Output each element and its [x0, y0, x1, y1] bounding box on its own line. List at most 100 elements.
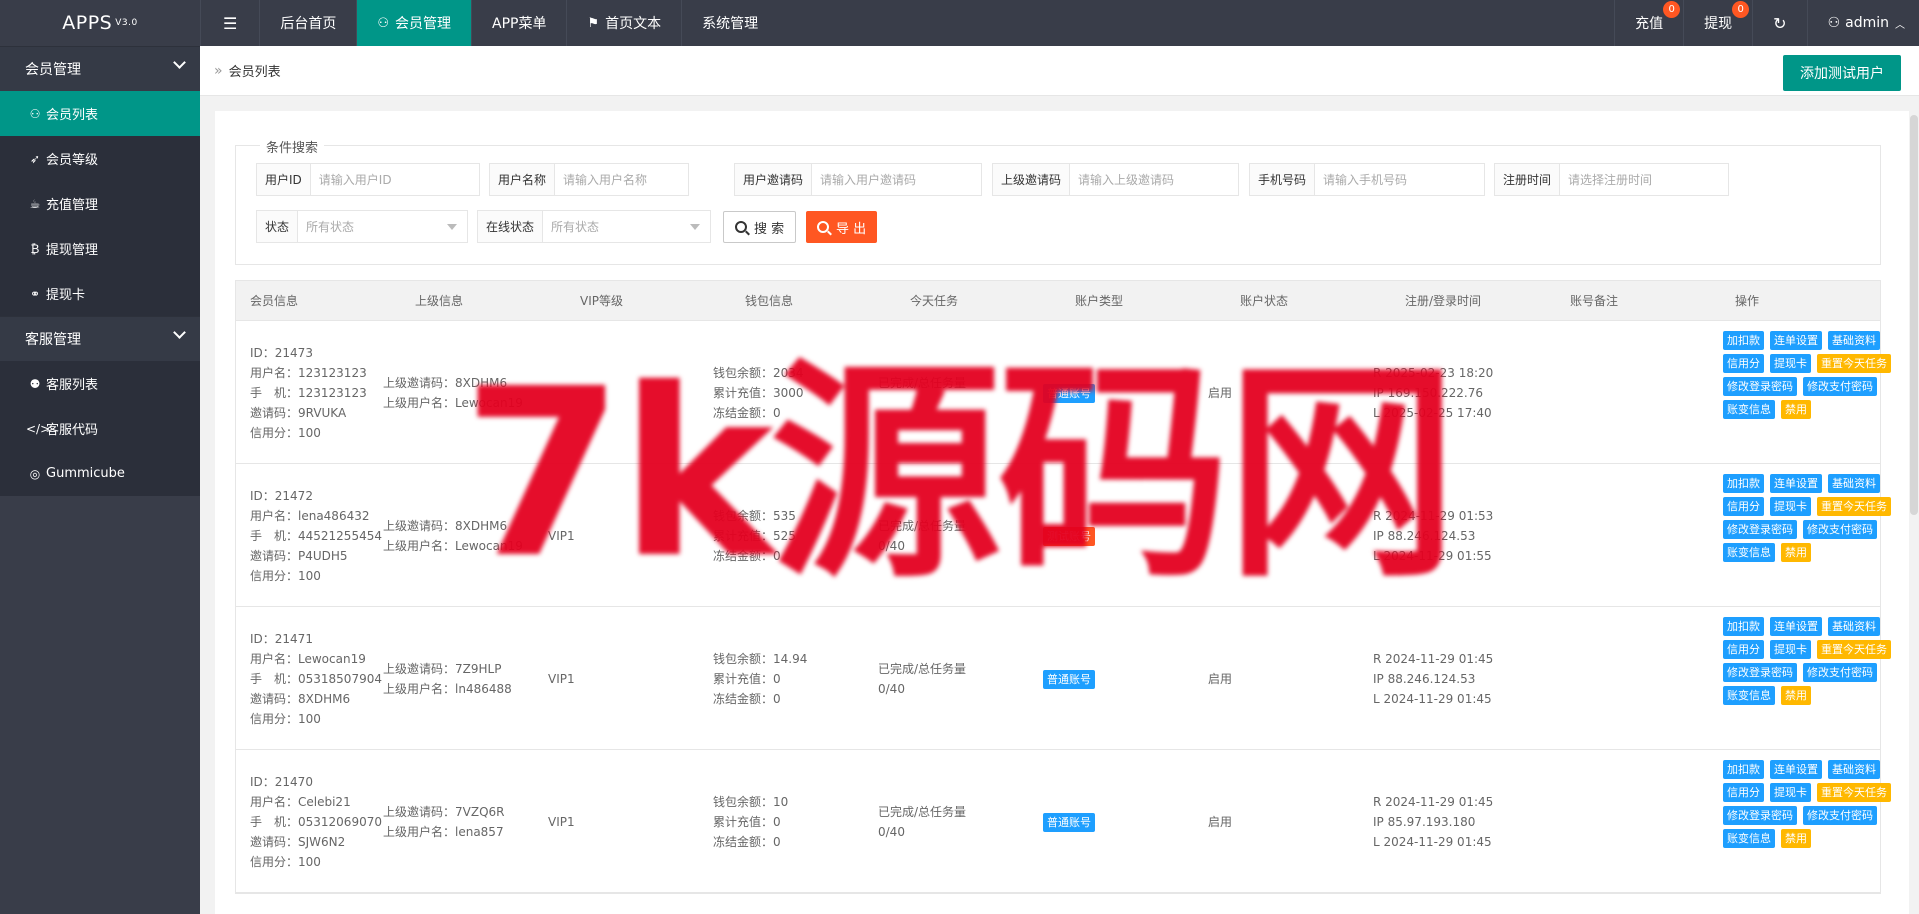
action-button-7[interactable]: 修改支付密码	[1803, 806, 1877, 825]
action-button-0[interactable]: 加扣款	[1723, 474, 1764, 493]
refresh-button[interactable]: ↻	[1752, 0, 1806, 46]
breadcrumb[interactable]: 会员列表	[229, 61, 281, 80]
scrollbar[interactable]	[1909, 111, 1919, 914]
sidebar-item-recharge[interactable]: ☕ 充值管理	[0, 181, 200, 226]
topnav-item-system[interactable]: 系统管理	[681, 0, 778, 46]
action-button-3[interactable]: 信用分	[1723, 497, 1764, 516]
register-time-input[interactable]	[1560, 164, 1728, 195]
wallet-line: 钱包余额：10	[713, 794, 789, 809]
cell-vip: VIP1	[534, 464, 575, 607]
table-row: ID：21472 用户名：lena486432 手 机：44521255454 邀请码…	[236, 464, 1891, 607]
sidebar-item-member-list[interactable]: ⚇ 会员列表	[0, 91, 200, 136]
row-actions: 加扣款 连单设置 基础资料信用分 提现卡 重置今天任务修改登录密码 修改支付密码账变信息禁…	[1714, 331, 1919, 419]
action-button-5[interactable]: 重置今天任务	[1817, 497, 1891, 516]
action-button-8[interactable]: 账变信息	[1723, 686, 1775, 705]
action-button-4[interactable]: 提现卡	[1770, 354, 1811, 373]
cell-time: R 2025-02-23 18:20 IP 169.150.222.76 L 202…	[1359, 321, 1493, 464]
action-button-1[interactable]: 连单设置	[1770, 331, 1822, 350]
action-button-1[interactable]: 连单设置	[1770, 760, 1822, 779]
action-button-9[interactable]: 禁用	[1781, 829, 1811, 848]
action-button-6[interactable]: 修改登录密码	[1723, 520, 1797, 539]
topnav-item-home-text[interactable]: ⚑ 首页文本	[566, 0, 681, 46]
cell-task: 已完成/总任务量 0/40	[864, 607, 966, 750]
table-body: ID：21473 用户名：123123123 手 机：123123123 邀请码：9R…	[236, 321, 1891, 893]
task-line: 0/40	[878, 538, 905, 553]
action-button-1[interactable]: 连单设置	[1770, 474, 1822, 493]
action-button-9[interactable]: 禁用	[1781, 400, 1811, 419]
cell-time: R 2024-11-29 01:53 IP 88.246.124.53 L 2024…	[1359, 464, 1493, 607]
action-button-1[interactable]: 连单设置	[1770, 617, 1822, 636]
sidebar-group-service[interactable]: 客服管理	[0, 316, 200, 361]
action-button-6[interactable]: 修改登录密码	[1723, 377, 1797, 396]
action-button-3[interactable]: 信用分	[1723, 354, 1764, 373]
topnav-item-members[interactable]: ⚇ 会员管理	[356, 0, 471, 46]
member-line: 用户名：lena486432	[250, 508, 370, 523]
topnav-item-home[interactable]: 后台首页	[259, 0, 356, 46]
online-status-select[interactable]: 在线状态 所有状态	[477, 210, 711, 243]
row-actions: 加扣款 连单设置 基础资料信用分 提现卡 重置今天任务修改登录密码 修改支付密码账变信息禁…	[1714, 474, 1919, 562]
action-button-5[interactable]: 重置今天任务	[1817, 640, 1891, 659]
action-button-6[interactable]: 修改登录密码	[1723, 806, 1797, 825]
action-button-9[interactable]: 禁用	[1781, 686, 1811, 705]
action-button-4[interactable]: 提现卡	[1770, 640, 1811, 659]
topnav-label: APP菜单	[492, 16, 547, 32]
action-button-5[interactable]: 重置今天任务	[1817, 354, 1891, 373]
user-id-input[interactable]	[310, 164, 479, 195]
sidebar-item-service-code[interactable]: </> 客服代码	[0, 406, 200, 451]
action-button-9[interactable]: 禁用	[1781, 543, 1811, 562]
time-line: R 2024-11-29 01:53	[1373, 508, 1494, 523]
action-button-7[interactable]: 修改支付密码	[1803, 663, 1877, 682]
sidebar-item-label: 提现管理	[46, 243, 99, 258]
parent-invite-code-input[interactable]	[1070, 164, 1238, 195]
action-button-2[interactable]: 基础资料	[1828, 474, 1880, 493]
action-button-2[interactable]: 基础资料	[1828, 331, 1880, 350]
action-button-0[interactable]: 加扣款	[1723, 760, 1764, 779]
action-button-3[interactable]: 信用分	[1723, 783, 1764, 802]
action-button-7[interactable]: 修改支付密码	[1803, 520, 1877, 539]
sidebar: 会员管理 ⚇ 会员列表 ➶ 会员等级 ☕ 充值管理 ₿ 提现管理 ⚭ 提现卡 客服管理 ⚉…	[0, 46, 200, 914]
action-button-2[interactable]: 基础资料	[1828, 760, 1880, 779]
user-id-field: 用户ID	[256, 163, 480, 196]
action-button-0[interactable]: 加扣款	[1723, 617, 1764, 636]
action-button-7[interactable]: 修改支付密码	[1803, 377, 1877, 396]
sidebar-item-service-list[interactable]: ⚉ 客服列表	[0, 361, 200, 406]
recharge-link[interactable]: 充值 0	[1614, 0, 1683, 46]
action-button-8[interactable]: 账变信息	[1723, 829, 1775, 848]
export-button[interactable]: 导 出	[806, 211, 878, 243]
action-button-0[interactable]: 加扣款	[1723, 331, 1764, 350]
status-select[interactable]: 状态 所有状态	[256, 210, 468, 243]
sidebar-toggle-button[interactable]: ☰	[200, 0, 259, 46]
member-table: 会员信息 上级信息 VIP等级 钱包信息 今天任务 账户类型 账户状态 注册/登…	[235, 280, 1891, 894]
topnav-item-app-menu[interactable]: APP菜单	[471, 0, 566, 46]
col-vip-level: VIP等级	[580, 294, 623, 308]
action-button-4[interactable]: 提现卡	[1770, 783, 1811, 802]
account-type-badge: 普通账号	[1043, 383, 1095, 403]
username-input[interactable]	[555, 164, 714, 195]
field-label: 用户ID	[257, 164, 311, 195]
invite-code-input[interactable]	[812, 164, 981, 195]
sidebar-item-withdraw[interactable]: ₿ 提现管理	[0, 226, 200, 271]
menu-icon: ☰	[223, 13, 238, 33]
search-button[interactable]: 搜 索	[723, 211, 797, 243]
phone-input[interactable]	[1315, 164, 1484, 195]
sidebar-item-gummicube[interactable]: ◎ Gummicube	[0, 451, 200, 496]
scrollbar-thumb[interactable]	[1910, 115, 1918, 515]
sidebar-item-member-levels[interactable]: ➶ 会员等级	[0, 136, 200, 181]
time-line: IP 88.246.124.53	[1373, 671, 1476, 686]
withdraw-link[interactable]: 提现 0	[1683, 0, 1752, 46]
code-icon: </>	[26, 421, 51, 436]
user-menu[interactable]: ⚇ admin ︿	[1806, 0, 1919, 46]
action-button-2[interactable]: 基础资料	[1828, 617, 1880, 636]
sidebar-group-members[interactable]: 会员管理	[0, 46, 200, 91]
add-test-user-button[interactable]: 添加测试用户	[1783, 55, 1901, 91]
action-button-8[interactable]: 账变信息	[1723, 543, 1775, 562]
parent-invite-code-field: 上级邀请码	[992, 163, 1239, 196]
app-logo[interactable]: APPS V3.0	[0, 0, 200, 46]
action-button-5[interactable]: 重置今天任务	[1817, 783, 1891, 802]
flag-icon: ⚑	[587, 15, 600, 31]
action-button-6[interactable]: 修改登录密码	[1723, 663, 1797, 682]
action-button-8[interactable]: 账变信息	[1723, 400, 1775, 419]
sidebar-item-withdraw-card[interactable]: ⚭ 提现卡	[0, 271, 200, 316]
action-button-4[interactable]: 提现卡	[1770, 497, 1811, 516]
action-button-3[interactable]: 信用分	[1723, 640, 1764, 659]
